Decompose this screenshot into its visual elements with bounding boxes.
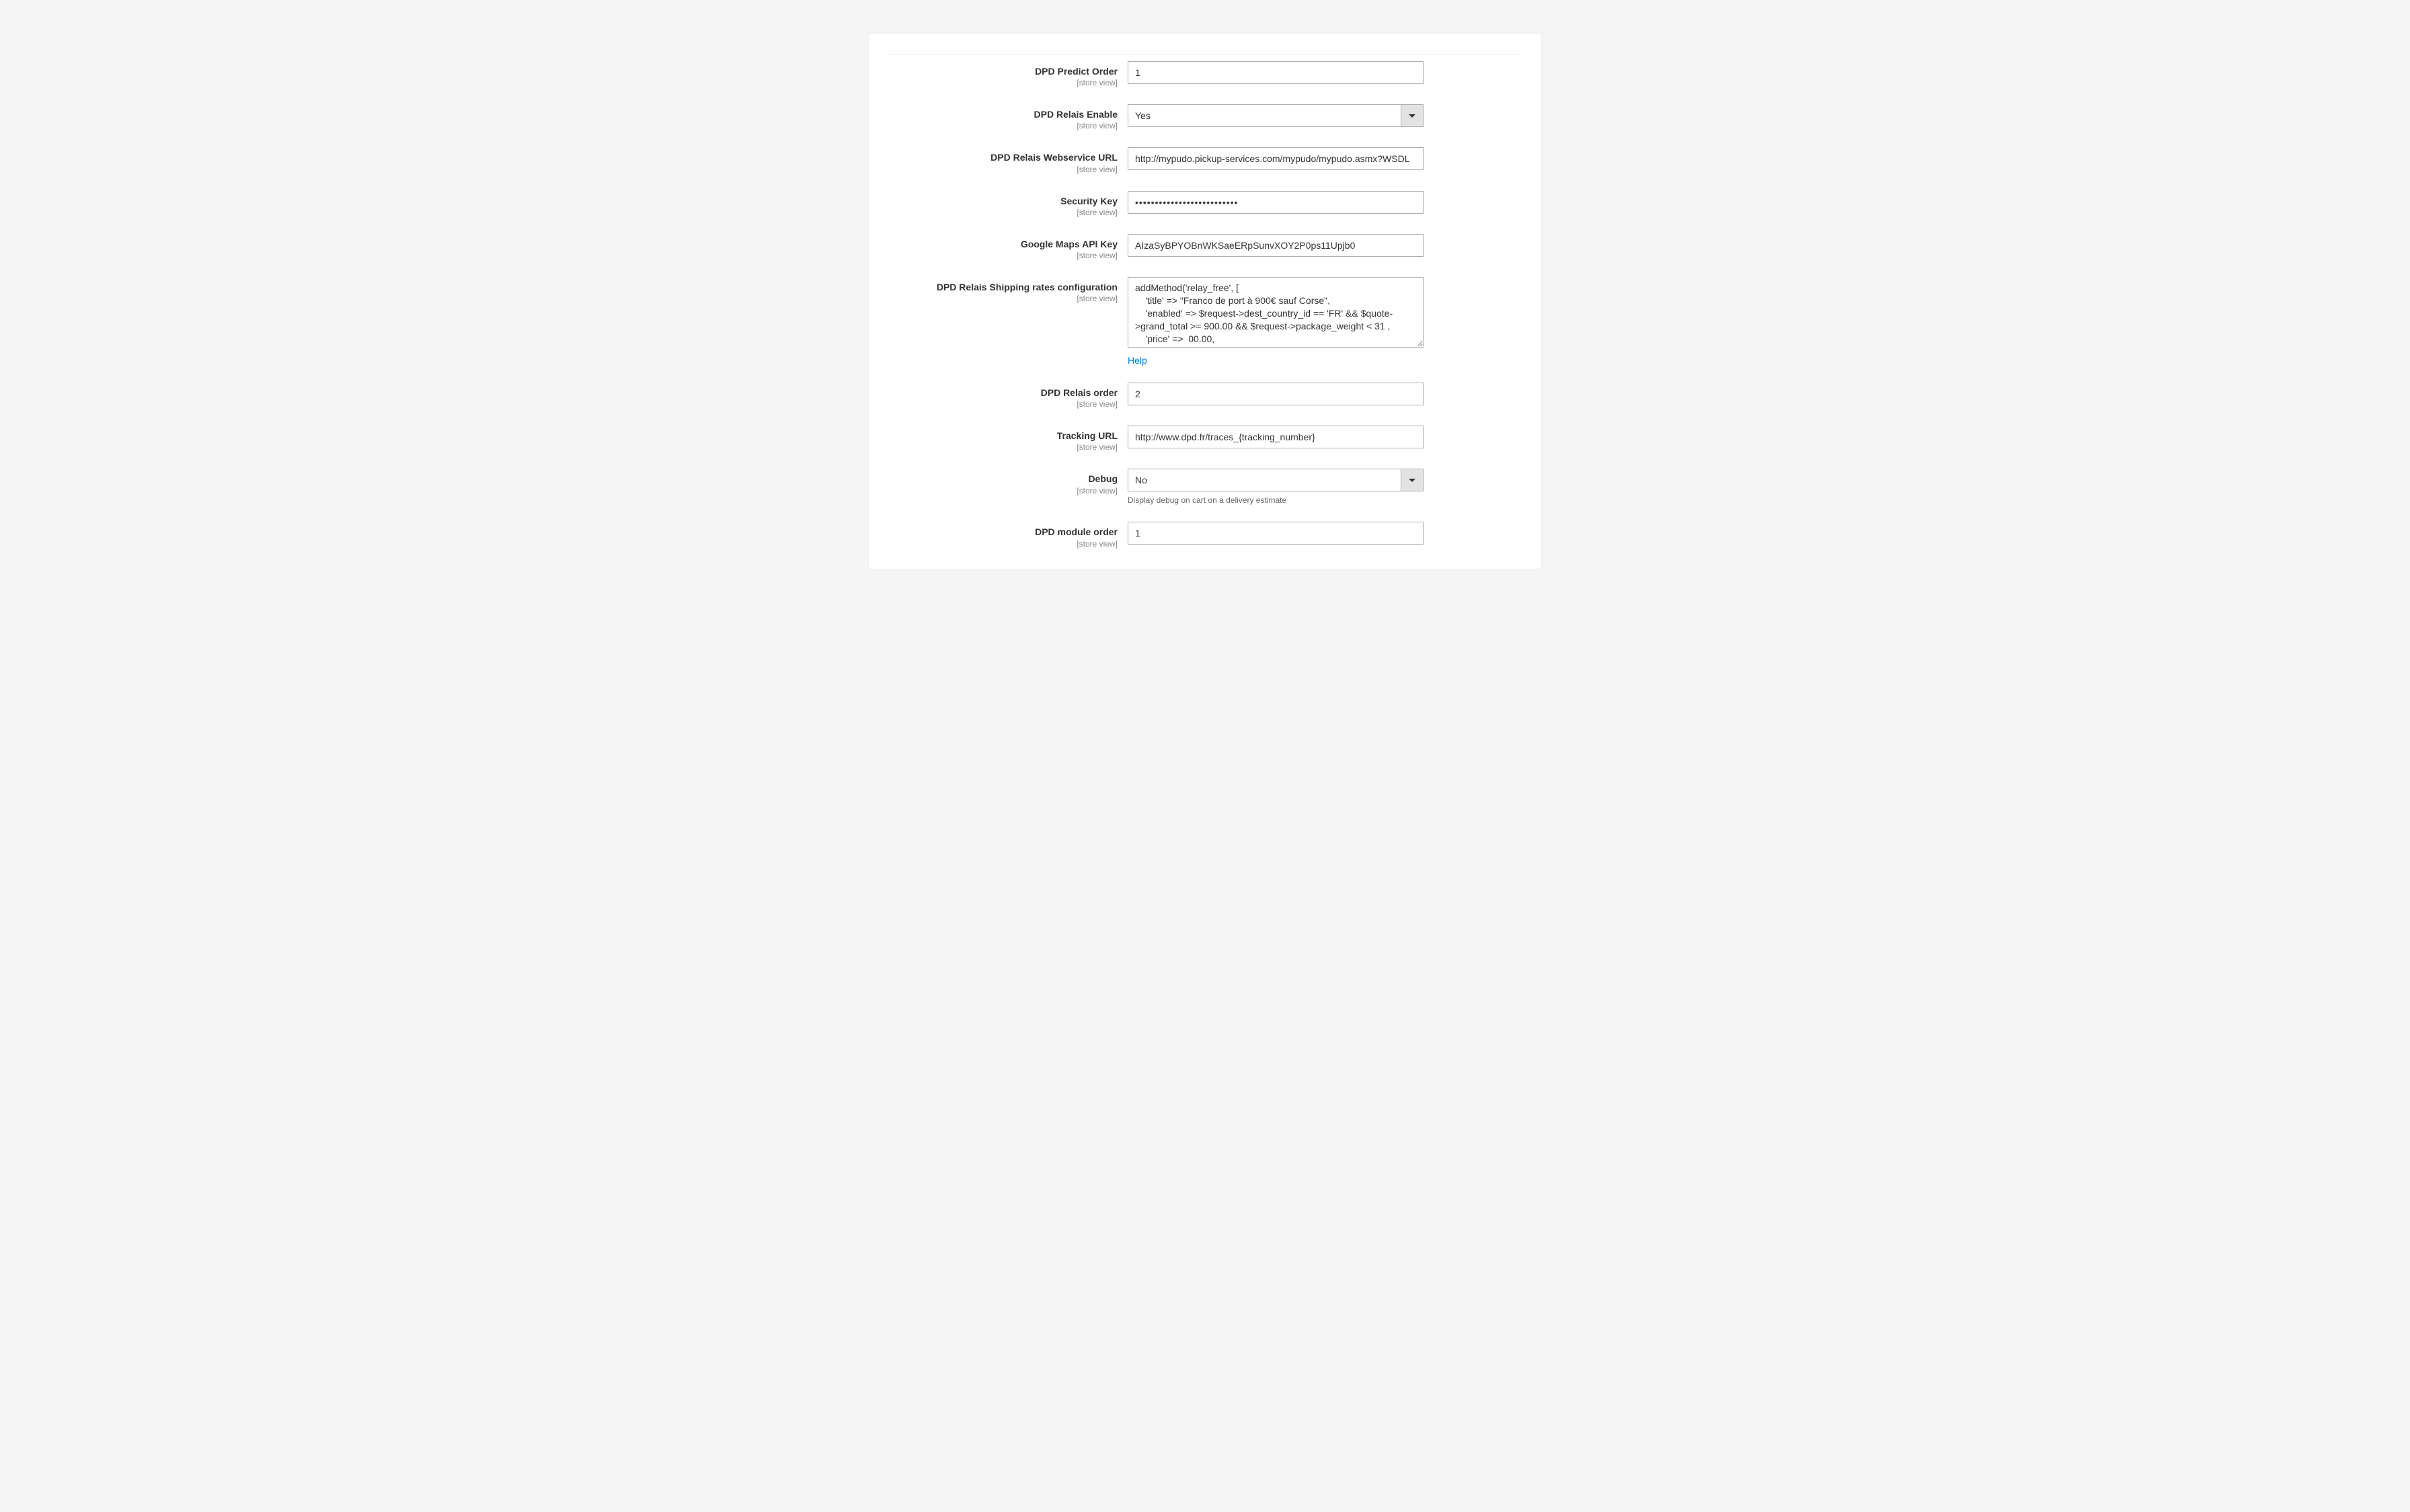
select-relais-enable[interactable]: Yes — [1128, 104, 1424, 127]
input-col — [1128, 522, 1424, 545]
input-relais-webservice-url[interactable] — [1128, 147, 1424, 170]
label-debug: Debug — [1088, 473, 1118, 484]
row-relais-webservice-url: DPD Relais Webservice URL [store view] — [889, 147, 1521, 173]
input-google-maps-api-key[interactable] — [1128, 234, 1424, 257]
scope-label: [store view] — [889, 399, 1118, 409]
scope-label: [store view] — [889, 121, 1118, 130]
label-predict-order: DPD Predict Order — [1035, 66, 1118, 77]
label-tracking-url: Tracking URL — [1057, 430, 1118, 441]
label-relais-order: DPD Relais order — [1041, 387, 1118, 398]
input-col — [1128, 61, 1424, 84]
input-security-key[interactable] — [1128, 191, 1424, 214]
label-security-key: Security Key — [1060, 196, 1118, 206]
help-link[interactable]: Help — [1128, 355, 1147, 366]
select-wrap: No — [1128, 469, 1424, 491]
row-relais-enable: DPD Relais Enable [store view] Yes — [889, 104, 1521, 130]
input-relais-order[interactable] — [1128, 383, 1424, 405]
row-module-order: DPD module order [store view] — [889, 522, 1521, 548]
label-relais-shipping-rates: DPD Relais Shipping rates configuration — [937, 282, 1118, 292]
select-debug[interactable]: No — [1128, 469, 1424, 491]
input-col — [1128, 191, 1424, 214]
input-module-order[interactable] — [1128, 522, 1424, 545]
scope-label: [store view] — [889, 486, 1118, 495]
input-col: Yes — [1128, 104, 1424, 127]
label-col: DPD Relais order [store view] — [889, 383, 1128, 409]
label-col: DPD Relais Shipping rates configuration … — [889, 277, 1128, 303]
input-col — [1128, 147, 1424, 170]
label-relais-enable: DPD Relais Enable — [1034, 109, 1118, 120]
scope-label: [store view] — [889, 442, 1118, 452]
label-col: Google Maps API Key [store view] — [889, 234, 1128, 260]
scope-label: [store view] — [889, 251, 1118, 260]
row-tracking-url: Tracking URL [store view] — [889, 426, 1521, 452]
input-tracking-url[interactable] — [1128, 426, 1424, 448]
label-col: DPD Relais Webservice URL [store view] — [889, 147, 1128, 173]
label-col: DPD Predict Order [store view] — [889, 61, 1128, 87]
label-col: DPD module order [store view] — [889, 522, 1128, 548]
row-relais-shipping-rates: DPD Relais Shipping rates configuration … — [889, 277, 1521, 366]
label-col: Security Key [store view] — [889, 191, 1128, 217]
label-relais-webservice-url: DPD Relais Webservice URL — [990, 152, 1118, 163]
select-wrap: Yes — [1128, 104, 1424, 127]
scope-label: [store view] — [889, 539, 1118, 549]
input-predict-order[interactable] — [1128, 61, 1424, 84]
input-col — [1128, 383, 1424, 405]
scope-label: [store view] — [889, 165, 1118, 174]
label-module-order: DPD module order — [1035, 526, 1118, 537]
label-col: DPD Relais Enable [store view] — [889, 104, 1128, 130]
label-col: Tracking URL [store view] — [889, 426, 1128, 452]
input-col: No Display debug on cart on a delivery e… — [1128, 469, 1424, 505]
scope-label: [store view] — [889, 78, 1118, 87]
label-col: Debug [store view] — [889, 469, 1128, 495]
row-relais-order: DPD Relais order [store view] — [889, 383, 1521, 409]
input-col — [1128, 426, 1424, 448]
row-security-key: Security Key [store view] — [889, 191, 1521, 217]
note-debug: Display debug on cart on a delivery esti… — [1128, 495, 1424, 505]
scope-label: [store view] — [889, 208, 1118, 217]
textarea-relais-shipping-rates[interactable]: addMethod('relay_free', [ 'title' => "Fr… — [1128, 277, 1424, 348]
scope-label: [store view] — [889, 294, 1118, 303]
label-google-maps-api-key: Google Maps API Key — [1021, 239, 1118, 249]
row-debug: Debug [store view] No Display debug on c… — [889, 469, 1521, 505]
input-col: addMethod('relay_free', [ 'title' => "Fr… — [1128, 277, 1424, 366]
input-col — [1128, 234, 1424, 257]
row-predict-order: DPD Predict Order [store view] — [889, 61, 1521, 87]
config-panel: DPD Predict Order [store view] DPD Relai… — [869, 34, 1541, 569]
row-google-maps-api-key: Google Maps API Key [store view] — [889, 234, 1521, 260]
